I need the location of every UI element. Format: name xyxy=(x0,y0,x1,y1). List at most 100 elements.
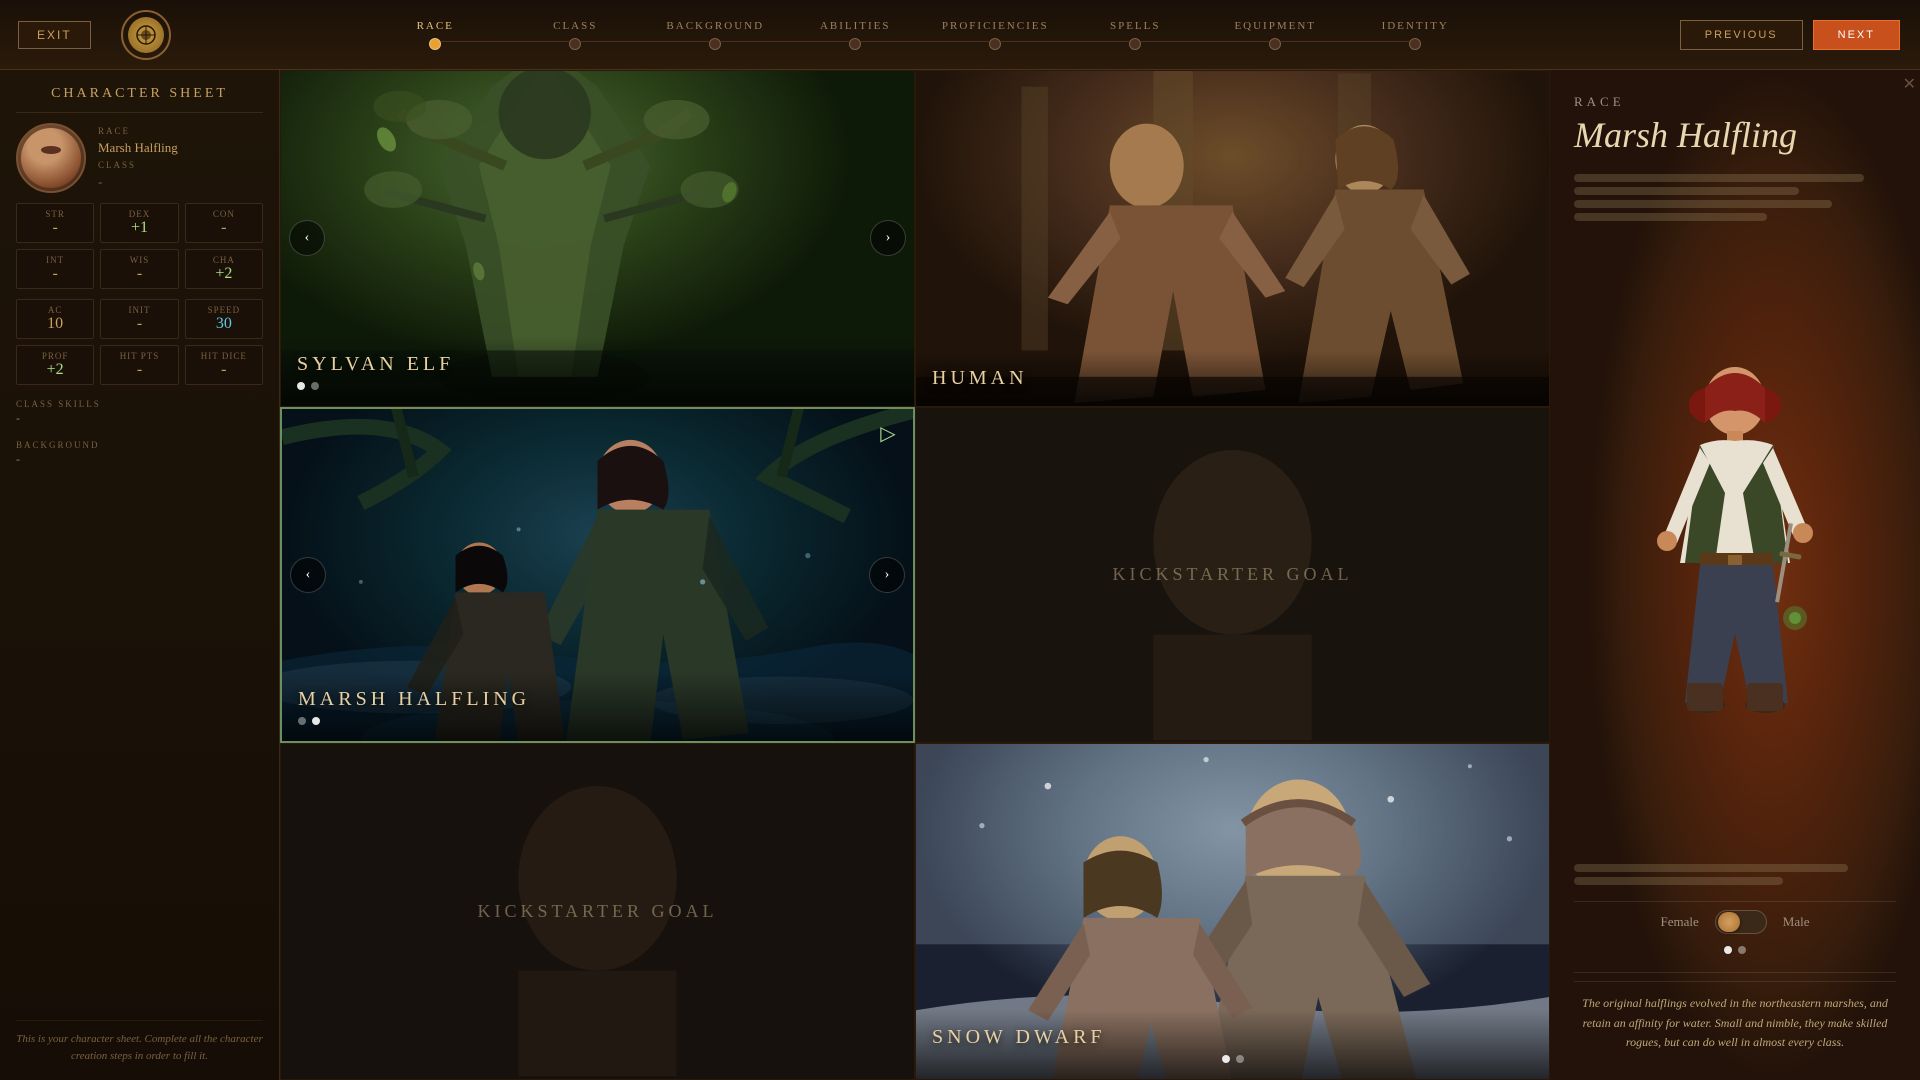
nav-step-dot xyxy=(1409,38,1421,50)
nav-step-dot xyxy=(569,38,581,50)
stat-lines-blurred-2 xyxy=(1574,864,1896,885)
toggle-knob xyxy=(1718,912,1740,932)
nav-step-background[interactable]: BACKGROUND xyxy=(645,20,785,50)
variant-dots xyxy=(1574,946,1896,954)
class-skills-value: - xyxy=(16,411,263,426)
stat-label: WIS xyxy=(105,255,173,265)
character-portrait xyxy=(16,123,86,193)
next-button[interactable]: NEXT xyxy=(1813,20,1900,50)
nav-step-dot xyxy=(429,38,441,50)
class-skills-label: CLASS SKILLS xyxy=(16,399,263,409)
class-label: CLASS xyxy=(98,160,178,170)
race-card-snow-dwarf[interactable]: SNOW DWARF xyxy=(915,743,1550,1080)
combat-grid: AC10INIT-SPEED30PROF+2HIT PTS-HIT DICE- xyxy=(16,299,263,385)
kickstarter2-name: KICKSTARTER GOAL xyxy=(478,901,718,922)
kickstarter1-overlay: KICKSTARTER GOAL xyxy=(916,408,1549,743)
sylvan-elf-next-arrow[interactable]: › xyxy=(870,220,906,256)
kickstarter1-name: KICKSTARTER GOAL xyxy=(1113,564,1353,585)
background-value: - xyxy=(16,452,263,467)
nav-step-spells[interactable]: SPELLS xyxy=(1065,20,1205,50)
combat-value: 10 xyxy=(21,315,89,333)
nav-step-label: ABILITIES xyxy=(820,20,891,32)
combat-label: INIT xyxy=(105,305,173,315)
dot xyxy=(311,382,319,390)
combat-box-prof: PROF+2 xyxy=(16,345,94,385)
race-grid: SYLVAN ELF ‹ › xyxy=(280,70,1550,1080)
race-card-marsh-halfling[interactable]: ▷ MARSH HALFLING ‹ › xyxy=(280,407,915,744)
blurred-line xyxy=(1574,877,1783,885)
nav-step-label: EQUIPMENT xyxy=(1234,20,1316,32)
race-card-kickstarter1[interactable]: KICKSTARTER GOAL xyxy=(915,407,1550,744)
portrait-face xyxy=(21,128,81,188)
nav-step-label: BACKGROUND xyxy=(666,20,764,32)
human-overlay: HUMAN xyxy=(916,351,1549,406)
dot xyxy=(1236,1055,1244,1063)
dot xyxy=(298,717,306,725)
race-card-sylvan-elf[interactable]: SYLVAN ELF ‹ › xyxy=(280,70,915,407)
dot xyxy=(1222,1055,1230,1063)
combat-value: - xyxy=(105,361,173,379)
variant-dot[interactable] xyxy=(1724,946,1732,954)
nav-step-dot xyxy=(1129,38,1141,50)
race-selection-panel: SYLVAN ELF ‹ › xyxy=(280,70,1550,1080)
main-area: Character Sheet RACE Marsh Halfling CLAS… xyxy=(0,70,1920,1080)
race-value: Marsh Halfling xyxy=(98,140,178,156)
top-nav: EXIT RACE CLASS BACKGROUND ABILITIES PROFICI… xyxy=(0,0,1920,70)
blurred-line xyxy=(1574,187,1799,195)
stat-lines-blurred xyxy=(1574,174,1896,221)
race-card-human[interactable]: HUMAN xyxy=(915,70,1550,407)
background-section: BACKGROUND - xyxy=(16,436,263,467)
stat-value: - xyxy=(21,219,89,237)
combat-box-speed: SPEED30 xyxy=(185,299,263,339)
variant-dot[interactable] xyxy=(1738,946,1746,954)
race-icon-symbol xyxy=(128,17,164,53)
race-label: RACE xyxy=(98,126,178,136)
combat-box-init: INIT- xyxy=(100,299,178,339)
character-figure-area xyxy=(1574,229,1896,856)
nav-step-class[interactable]: CLASS xyxy=(505,20,645,50)
stat-label: DEX xyxy=(105,209,173,219)
stat-label: STR xyxy=(21,209,89,219)
right-race-label: RACE xyxy=(1574,94,1896,110)
right-panel-content: RACE Marsh Halfling xyxy=(1550,70,1920,1080)
gender-female-label: Female xyxy=(1661,914,1699,930)
sylvan-elf-prev-arrow[interactable]: ‹ xyxy=(289,220,325,256)
nav-step-label: SPELLS xyxy=(1110,20,1161,32)
nav-step-race[interactable]: RACE xyxy=(365,20,505,50)
combat-label: AC xyxy=(21,305,89,315)
race-card-kickstarter2[interactable]: KICKSTARTER GOAL xyxy=(280,743,915,1080)
character-figure-svg xyxy=(1625,343,1845,743)
stat-label: CHA xyxy=(190,255,258,265)
nav-steps: RACE CLASS BACKGROUND ABILITIES PROFICIENCIE… xyxy=(171,20,1680,50)
nav-step-dot xyxy=(709,38,721,50)
marsh-halfling-prev-arrow[interactable]: ‹ xyxy=(290,557,326,593)
selected-indicator: ▷ xyxy=(873,419,903,449)
divider xyxy=(1574,901,1896,902)
nav-step-identity[interactable]: IDENTITY xyxy=(1345,20,1485,50)
blurred-line xyxy=(1574,200,1832,208)
nav-step-abilities[interactable]: ABILITIES xyxy=(785,20,925,50)
stat-box-str: STR- xyxy=(16,203,94,243)
marsh-halfling-next-arrow[interactable]: › xyxy=(869,557,905,593)
stat-value: - xyxy=(105,265,173,283)
character-sheet-title: Character Sheet xyxy=(16,86,263,113)
snow-dwarf-name: SNOW DWARF xyxy=(932,1026,1533,1049)
previous-button[interactable]: PREVIOUS xyxy=(1680,20,1803,50)
race-icon xyxy=(121,10,171,60)
combat-value: - xyxy=(105,315,173,333)
right-race-name: Marsh Halfling xyxy=(1574,114,1896,156)
nav-step-proficiencies[interactable]: PROFICIENCIES xyxy=(925,20,1065,50)
dot xyxy=(312,717,320,725)
character-sheet-footer: This is your character sheet. Complete a… xyxy=(16,1020,263,1064)
combat-label: PROF xyxy=(21,351,89,361)
exit-button[interactable]: EXIT xyxy=(18,21,91,49)
stat-value: - xyxy=(190,219,258,237)
gender-toggle[interactable] xyxy=(1715,910,1767,934)
nav-step-label: RACE xyxy=(417,20,454,32)
nav-step-equipment[interactable]: EQUIPMENT xyxy=(1205,20,1345,50)
sylvan-elf-name: SYLVAN ELF xyxy=(297,353,898,376)
gender-male-label: Male xyxy=(1783,914,1810,930)
combat-box-hit-pts: HIT PTS- xyxy=(100,345,178,385)
marsh-halfling-name: MARSH HALFLING xyxy=(298,688,897,711)
combat-value: - xyxy=(190,361,258,379)
